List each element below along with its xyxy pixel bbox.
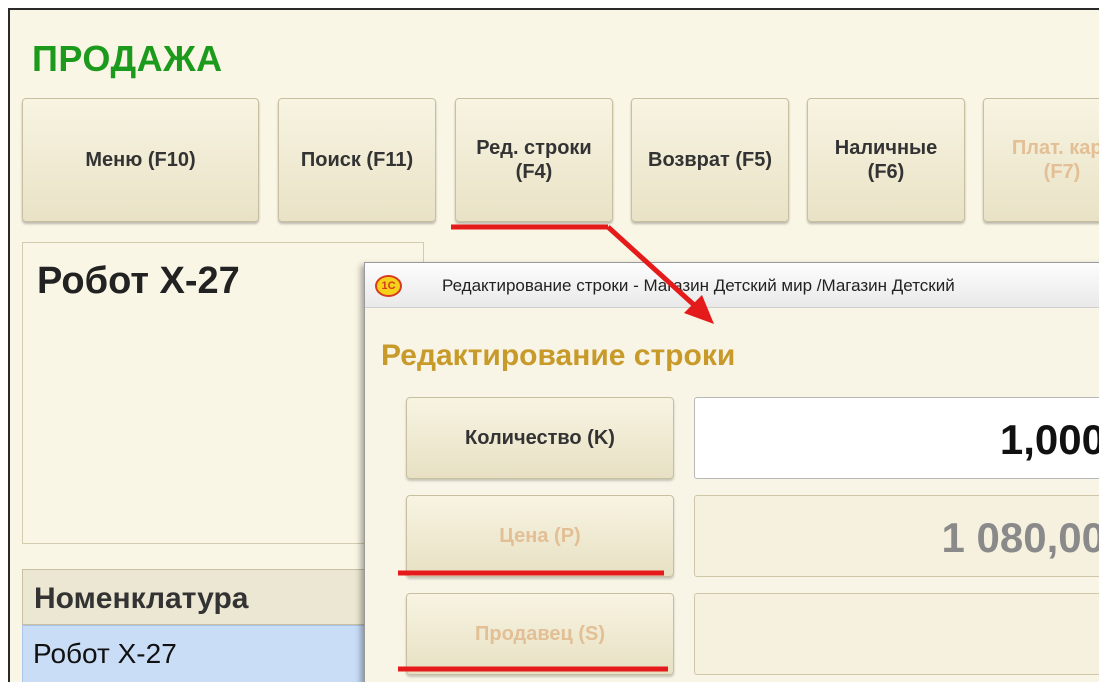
card-button-label: Плат. карт (F7) [1012,136,1099,184]
dialog-title: Редактирование строки [381,339,736,372]
price-field[interactable]: 1 080,00 [694,495,1099,577]
menu-button[interactable]: Меню (F10) [22,98,259,222]
seller-field[interactable] [694,593,1099,675]
dialog-titlebar[interactable]: 1С Редактирование строки - Магазин Детск… [365,263,1099,308]
price-button-label: Цена (P) [499,524,581,547]
seller-button[interactable]: Продавец (S) [406,593,674,675]
edit-row-label-line2: (F4) [515,161,553,183]
cash-label-line1: Наличные [834,137,938,159]
edit-row-dialog: 1С Редактирование строки - Магазин Детск… [364,262,1099,682]
table-row[interactable]: Робот X-27 [22,625,422,682]
cash-button-label: Наличные (F6) [835,136,937,184]
card-label-line1: Плат. карт [1011,137,1099,159]
sales-window: ПРОДАЖА Меню (F10) Поиск (F11) Ред. стро… [8,8,1099,682]
edit-row-button-label: Ред. строки (F4) [476,136,591,184]
return-button[interactable]: Возврат (F5) [631,98,789,222]
menu-button-label: Меню (F10) [85,149,196,171]
price-button[interactable]: Цена (P) [406,495,674,577]
search-button[interactable]: Поиск (F11) [278,98,436,222]
quantity-button[interactable]: Количество (K) [406,397,674,479]
edit-row-button[interactable]: Ред. строки (F4) [455,98,613,222]
cash-button[interactable]: Наличные (F6) [807,98,965,222]
current-item-name: Робот X-27 [37,260,240,302]
nomenclature-column-header[interactable]: Номенклатура [22,569,422,625]
dialog-window-title: Редактирование строки - Магазин Детский … [442,276,955,295]
card-label-line2: (F7) [1043,161,1081,183]
cash-label-line2: (F6) [867,161,905,183]
page-title: ПРОДАЖА [32,38,223,79]
card-button[interactable]: Плат. карт (F7) [983,98,1099,222]
quantity-field[interactable]: 1,000 [694,397,1099,479]
seller-button-label: Продавец (S) [474,622,606,645]
quantity-button-label: Количество (K) [465,426,615,449]
edit-row-label-line1: Ред. строки [476,137,592,159]
1c-logo-icon: 1С [375,275,402,297]
return-button-label: Возврат (F5) [648,149,772,171]
search-button-label: Поиск (F11) [300,149,414,171]
